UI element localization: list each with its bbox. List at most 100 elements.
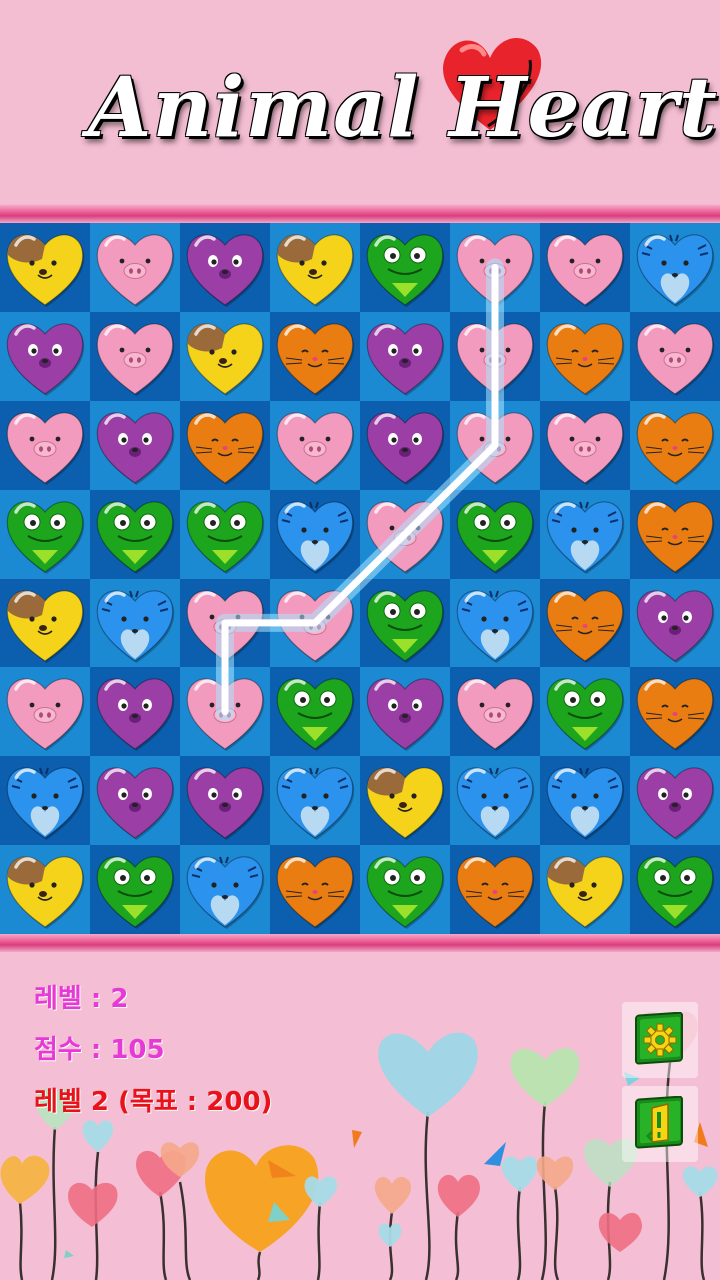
level-label: 레벨 : 2 xyxy=(34,984,129,1014)
board-cell[interactable] xyxy=(630,667,720,757)
exit-button[interactable] xyxy=(622,1086,698,1162)
board-cell[interactable] xyxy=(450,578,540,668)
board-cell[interactable] xyxy=(540,311,630,401)
board-cell[interactable] xyxy=(450,311,540,401)
bear-heart-icon xyxy=(636,589,715,663)
board-cell[interactable] xyxy=(270,311,360,401)
frog-heart-icon xyxy=(186,501,265,574)
board-cell[interactable] xyxy=(540,578,630,668)
board-cell[interactable] xyxy=(90,489,180,579)
board-cell[interactable] xyxy=(180,400,270,490)
board-cell[interactable] xyxy=(0,845,90,934)
tiger-heart-icon xyxy=(456,767,535,841)
board-cell[interactable] xyxy=(90,223,180,312)
board-cell[interactable] xyxy=(360,223,450,312)
bottom-panel: 레벨 : 2 점수 : 105 레벨 2 (목표 : 200) xyxy=(0,952,720,1280)
pig-heart-icon xyxy=(546,234,625,307)
board-cell[interactable] xyxy=(540,223,630,312)
tiger-heart-icon xyxy=(546,501,625,574)
board-cell[interactable] xyxy=(180,311,270,401)
board-cell[interactable] xyxy=(360,667,450,757)
game-board[interactable] xyxy=(0,223,720,934)
board-cell[interactable] xyxy=(0,311,90,401)
bottom-rail xyxy=(0,934,720,952)
board-cell[interactable] xyxy=(630,756,720,846)
top-rail xyxy=(0,205,720,223)
board-cell[interactable] xyxy=(270,400,360,490)
board-cell[interactable] xyxy=(90,845,180,934)
board-cell[interactable] xyxy=(0,489,90,579)
board-cell[interactable] xyxy=(540,845,630,934)
board-cell[interactable] xyxy=(450,845,540,934)
board-cell[interactable] xyxy=(450,489,540,579)
board-cell[interactable] xyxy=(630,489,720,579)
board-cell[interactable] xyxy=(450,400,540,490)
board-cell[interactable] xyxy=(90,578,180,668)
tiger-heart-icon xyxy=(546,767,625,841)
board-cell[interactable] xyxy=(90,400,180,490)
frog-heart-icon xyxy=(366,589,445,663)
cat-heart-icon xyxy=(456,856,535,930)
board-cell[interactable] xyxy=(0,223,90,312)
bear-heart-icon xyxy=(366,412,445,485)
board-cell[interactable] xyxy=(0,667,90,757)
settings-button[interactable] xyxy=(622,1002,698,1078)
board-cell[interactable] xyxy=(270,489,360,579)
board-cell[interactable] xyxy=(90,311,180,401)
bear-heart-icon xyxy=(186,234,265,307)
pig-heart-icon xyxy=(546,412,625,485)
board-cell[interactable] xyxy=(360,311,450,401)
cat-heart-icon xyxy=(276,323,355,396)
board-cell[interactable] xyxy=(630,845,720,934)
board-cell[interactable] xyxy=(360,845,450,934)
board-cell[interactable] xyxy=(540,756,630,846)
board-cell[interactable] xyxy=(450,667,540,757)
board-cell[interactable] xyxy=(540,667,630,757)
board-cell[interactable] xyxy=(270,578,360,668)
board-cell[interactable] xyxy=(630,311,720,401)
exit-door-icon xyxy=(635,1096,683,1149)
cat-heart-icon xyxy=(186,412,265,485)
board-cell[interactable] xyxy=(360,489,450,579)
board-cell[interactable] xyxy=(0,756,90,846)
board-cell[interactable] xyxy=(630,223,720,312)
board-cell[interactable] xyxy=(540,400,630,490)
bear-heart-icon xyxy=(96,678,175,752)
cat-heart-icon xyxy=(636,678,715,752)
board-cell[interactable] xyxy=(180,223,270,312)
board-cell[interactable] xyxy=(180,845,270,934)
board-cell[interactable] xyxy=(180,489,270,579)
frog-heart-icon xyxy=(636,856,715,930)
board-cell[interactable] xyxy=(540,489,630,579)
board-cell[interactable] xyxy=(630,400,720,490)
board-cell[interactable] xyxy=(90,667,180,757)
board-cell[interactable] xyxy=(450,756,540,846)
board-cell[interactable] xyxy=(360,578,450,668)
board-cell[interactable] xyxy=(360,756,450,846)
pig-heart-icon xyxy=(6,678,85,752)
bear-heart-icon xyxy=(366,323,445,396)
pig-heart-icon xyxy=(276,589,355,663)
game-title: Animal Heart xyxy=(88,60,718,156)
board-cell[interactable] xyxy=(0,400,90,490)
board-cell[interactable] xyxy=(450,223,540,312)
pig-heart-icon xyxy=(456,234,535,307)
board-cell[interactable] xyxy=(270,845,360,934)
dog-heart-icon xyxy=(186,323,265,396)
board-cell[interactable] xyxy=(90,756,180,846)
board-cell[interactable] xyxy=(0,578,90,668)
tiger-heart-icon xyxy=(276,501,355,574)
bear-heart-icon xyxy=(186,767,265,841)
cat-heart-icon xyxy=(546,323,625,396)
board-cell[interactable] xyxy=(270,223,360,312)
board-cell[interactable] xyxy=(180,667,270,757)
board-cell[interactable] xyxy=(180,756,270,846)
board-cell[interactable] xyxy=(270,667,360,757)
board-cell[interactable] xyxy=(270,756,360,846)
board-cell[interactable] xyxy=(630,578,720,668)
board-cell[interactable] xyxy=(180,578,270,668)
pig-heart-icon xyxy=(186,678,265,752)
dog-heart-icon xyxy=(366,767,445,841)
pig-heart-icon xyxy=(96,234,175,307)
board-cell[interactable] xyxy=(360,400,450,490)
